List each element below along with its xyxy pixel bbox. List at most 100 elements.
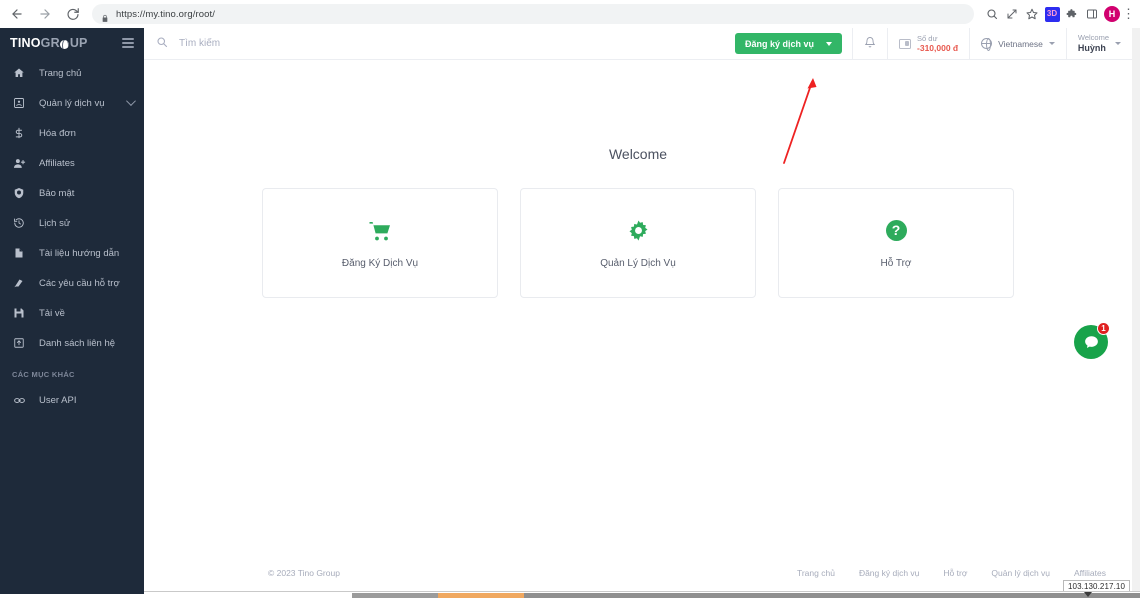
card-manage-service[interactable]: Quản Lý Dịch Vụ bbox=[520, 188, 756, 298]
card-label: Hỗ Trợ bbox=[880, 257, 912, 269]
balance-widget[interactable]: Số dư -310,000 đ bbox=[887, 28, 969, 59]
card-label: Đăng Ký Dịch Vụ bbox=[341, 257, 419, 269]
dollar-icon bbox=[12, 126, 26, 140]
app-topbar: Đăng ký dịch vụ Số dư -310,000 đ Vietnam… bbox=[144, 28, 1132, 60]
footer-link-register[interactable]: Đăng ký dịch vụ bbox=[859, 568, 919, 578]
api-link-icon bbox=[12, 393, 26, 407]
search-input[interactable] bbox=[179, 38, 479, 49]
share-icon[interactable] bbox=[1002, 4, 1022, 24]
footer-link-support[interactable]: Hỗ trợ bbox=[943, 568, 967, 578]
lock-icon bbox=[101, 10, 109, 22]
chat-widget[interactable]: 1 bbox=[1074, 322, 1110, 359]
card-support[interactable]: ? Hỗ Trợ bbox=[778, 188, 1014, 298]
avatar[interactable]: H bbox=[1102, 4, 1122, 24]
shopping-cart-icon bbox=[368, 218, 392, 244]
logo-gr: GR bbox=[40, 36, 60, 50]
taskbar-segment-gray bbox=[352, 593, 438, 598]
sidebar-item-home[interactable]: Trang chủ bbox=[0, 58, 144, 88]
sidebar-item-downloads[interactable]: Tải về bbox=[0, 298, 144, 328]
balance-text: Số dư -310,000 đ bbox=[917, 34, 958, 54]
register-service-cell: Đăng ký dịch vụ bbox=[725, 28, 852, 59]
save-download-icon bbox=[12, 306, 26, 320]
back-arrow-icon[interactable] bbox=[6, 3, 28, 25]
sidebar-item-label: Trang chủ bbox=[39, 67, 82, 79]
star-icon[interactable] bbox=[1022, 4, 1042, 24]
footer-link-home[interactable]: Trang chủ bbox=[797, 568, 835, 578]
chat-unread-badge: 1 bbox=[1097, 322, 1110, 335]
sidebar-item-support-requests[interactable]: Các yêu cầu hỗ trợ bbox=[0, 268, 144, 298]
history-clock-icon bbox=[12, 216, 26, 230]
sidebar-item-label: Quản lý dịch vụ bbox=[39, 97, 105, 109]
question-mark-glyph: ? bbox=[885, 220, 907, 241]
user-plus-icon bbox=[12, 156, 26, 170]
sidebar-item-security[interactable]: Bảo mật bbox=[0, 178, 144, 208]
balance-label: Số dư bbox=[917, 33, 938, 43]
register-service-button[interactable]: Đăng ký dịch vụ bbox=[734, 33, 843, 54]
hamburger-icon[interactable] bbox=[122, 38, 134, 48]
kebab-menu-icon[interactable]: ⋮ bbox=[1122, 6, 1135, 22]
card-register-service[interactable]: Đăng Ký Dịch Vụ bbox=[262, 188, 498, 298]
search-area bbox=[144, 28, 725, 59]
register-service-label: Đăng ký dịch vụ bbox=[744, 38, 815, 49]
shield-icon bbox=[12, 186, 26, 200]
gear-icon bbox=[627, 218, 650, 244]
sidebar-item-user-api[interactable]: User API bbox=[0, 385, 144, 415]
os-taskbar bbox=[0, 591, 1140, 598]
taskbar-segment-line bbox=[524, 593, 1140, 598]
url-text: https://my.tino.org/root/ bbox=[116, 8, 215, 20]
sidebar-item-label: Danh sách liên hệ bbox=[39, 337, 116, 349]
footer-link-affiliates[interactable]: Affiliates bbox=[1074, 568, 1106, 578]
sidebar: TINO GR UP Trang chủ Quản lý dịch vụ Hóa đ… bbox=[0, 28, 144, 591]
support-icon bbox=[12, 276, 26, 290]
extension-badge[interactable]: 3D bbox=[1042, 4, 1062, 24]
forward-arrow-icon[interactable] bbox=[34, 3, 56, 25]
notifications-button[interactable] bbox=[852, 28, 887, 59]
sidebar-item-services[interactable]: Quản lý dịch vụ bbox=[0, 88, 144, 118]
copyright-text: © 2023 Tino Group bbox=[268, 568, 340, 578]
card-label: Quản Lý Dịch Vụ bbox=[600, 257, 676, 269]
user-text: Welcome Huỳnh bbox=[1078, 33, 1109, 54]
app-logo[interactable]: TINO GR UP bbox=[10, 36, 88, 50]
taskbar-caret-icon[interactable] bbox=[1084, 592, 1092, 597]
sidebar-item-label: User API bbox=[39, 394, 77, 406]
sidebar-item-label: Hóa đơn bbox=[39, 127, 76, 139]
sidebar-item-label: Các yêu cầu hỗ trợ bbox=[39, 277, 120, 289]
app-container: Đăng ký dịch vụ Số dư -310,000 đ Vietnam… bbox=[144, 28, 1132, 591]
extension-badge-label: 3D bbox=[1044, 6, 1060, 22]
home-icon bbox=[12, 66, 26, 80]
taskbar-segment-dark bbox=[0, 591, 144, 594]
bell-icon bbox=[864, 36, 876, 52]
reload-icon[interactable] bbox=[62, 3, 84, 25]
sidebar-item-invoices[interactable]: Hóa đơn bbox=[0, 118, 144, 148]
question-mark-circle-icon: ? bbox=[885, 218, 907, 244]
user-name: Huỳnh bbox=[1077, 42, 1106, 53]
user-welcome-label: Welcome bbox=[1077, 33, 1109, 43]
sidebar-item-contacts[interactable]: Danh sách liên hệ bbox=[0, 328, 144, 358]
sidebar-item-history[interactable]: Lịch sử bbox=[0, 208, 144, 238]
sidebar-section-title: CÁC MỤC KHÁC bbox=[12, 370, 75, 379]
side-panel-icon[interactable] bbox=[1082, 4, 1102, 24]
sidebar-item-label: Tải về bbox=[39, 307, 65, 319]
balance-value: -310,000 đ bbox=[917, 42, 959, 53]
page-scrollbar[interactable] bbox=[1132, 28, 1140, 591]
language-selector[interactable]: Vietnamese bbox=[969, 28, 1066, 59]
shortcut-cards: Đăng Ký Dịch Vụ Quản Lý Dịch Vụ ? Hỗ Trợ bbox=[144, 162, 1132, 298]
sidebar-item-label: Tài liệu hướng dẫn bbox=[39, 247, 120, 259]
user-menu[interactable]: Welcome Huỳnh bbox=[1065, 28, 1132, 59]
services-box-icon bbox=[12, 96, 26, 110]
sidebar-item-affiliates[interactable]: Affiliates bbox=[0, 148, 144, 178]
address-bar[interactable]: https://my.tino.org/root/ bbox=[92, 4, 974, 24]
main-content: Welcome Đăng Ký Dịch Vụ Quản Lý Dịch Vụ … bbox=[144, 60, 1132, 591]
search-icon bbox=[156, 35, 168, 53]
puzzle-icon[interactable] bbox=[1062, 4, 1082, 24]
browser-toolbar: https://my.tino.org/root/ 3D H ⋮ bbox=[0, 0, 1140, 28]
chevron-down-icon bbox=[826, 41, 833, 46]
sidebar-item-label: Bảo mật bbox=[39, 187, 75, 199]
sidebar-item-label: Lịch sử bbox=[39, 217, 71, 229]
search-icon[interactable] bbox=[982, 4, 1002, 24]
sidebar-header: TINO GR UP bbox=[0, 28, 144, 58]
taskbar-segment-orange bbox=[438, 593, 524, 598]
sidebar-item-docs[interactable]: Tài liệu hướng dẫn bbox=[0, 238, 144, 268]
chevron-down-icon bbox=[126, 96, 136, 106]
footer-link-manage[interactable]: Quản lý dịch vụ bbox=[991, 568, 1050, 578]
